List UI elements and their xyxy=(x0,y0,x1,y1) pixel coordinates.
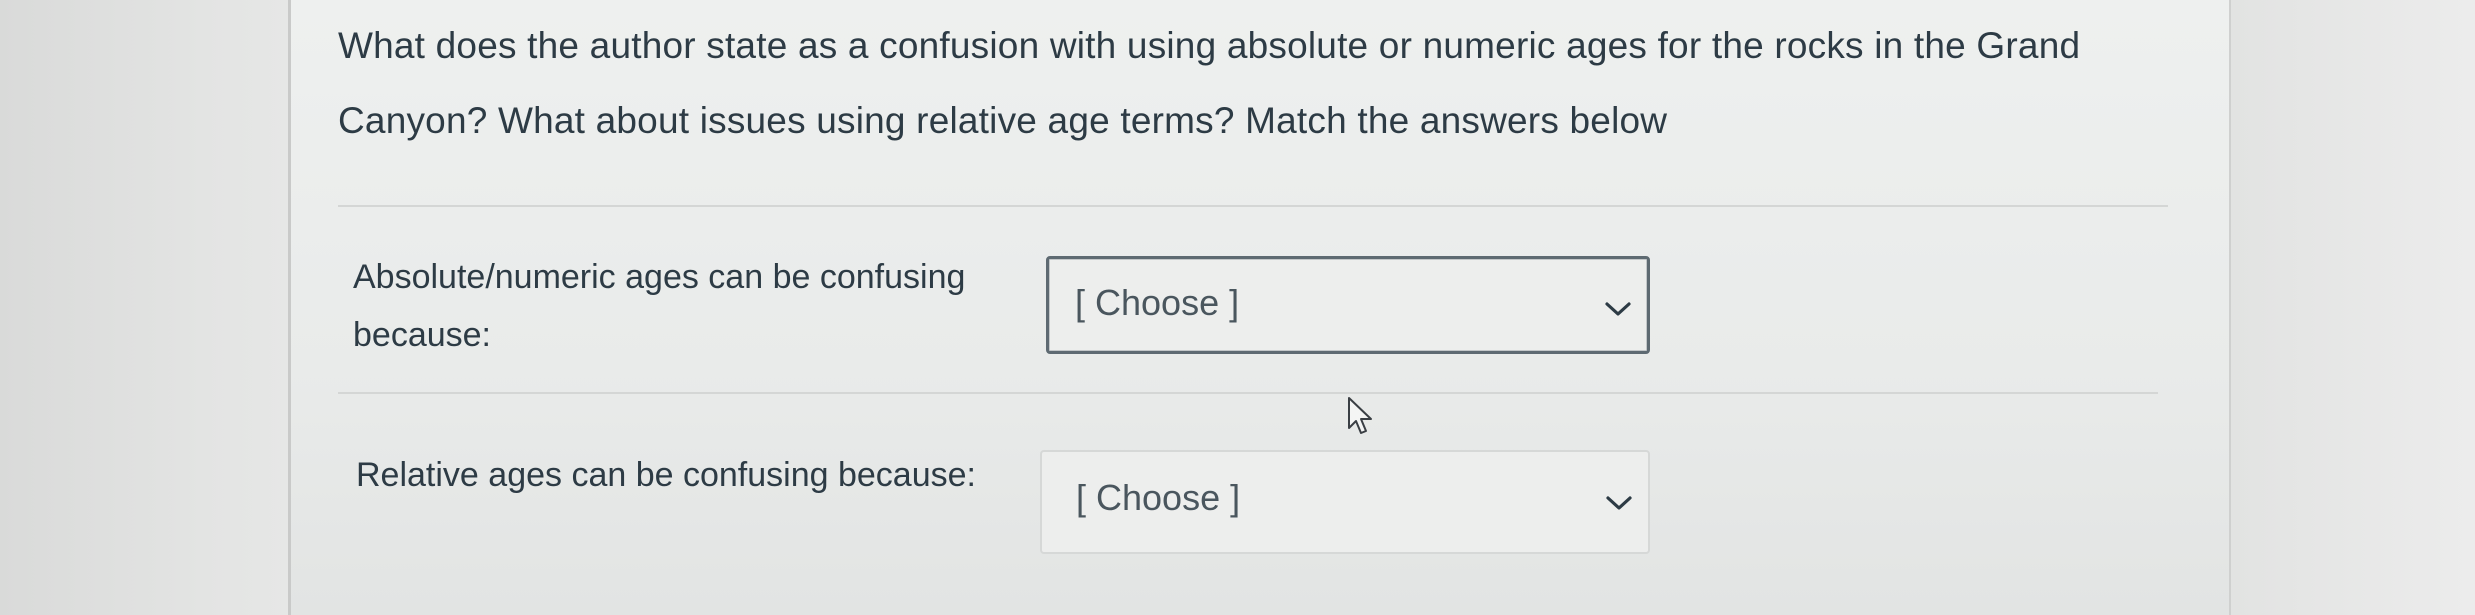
match-label-absolute: Absolute/numeric ages can be confusing b… xyxy=(353,258,966,354)
left-gutter xyxy=(0,0,290,615)
chevron-down-icon xyxy=(1605,302,1631,316)
right-margin-area xyxy=(2231,0,2475,615)
row-divider xyxy=(338,392,2158,394)
answer-select-absolute[interactable]: [ Choose ] xyxy=(1046,256,1650,354)
section-divider xyxy=(338,205,2168,207)
select-value: [ Choose ] xyxy=(1075,282,1240,323)
answer-select-relative[interactable]: [ Choose ] xyxy=(1040,450,1650,554)
question-text: What does the author state as a confusio… xyxy=(338,25,2081,141)
select-value: [ Choose ] xyxy=(1076,477,1241,518)
mouse-pointer-icon xyxy=(1348,397,1372,434)
match-label-relative: Relative ages can be confusing because: xyxy=(356,456,976,494)
chevron-down-icon xyxy=(1606,496,1632,510)
